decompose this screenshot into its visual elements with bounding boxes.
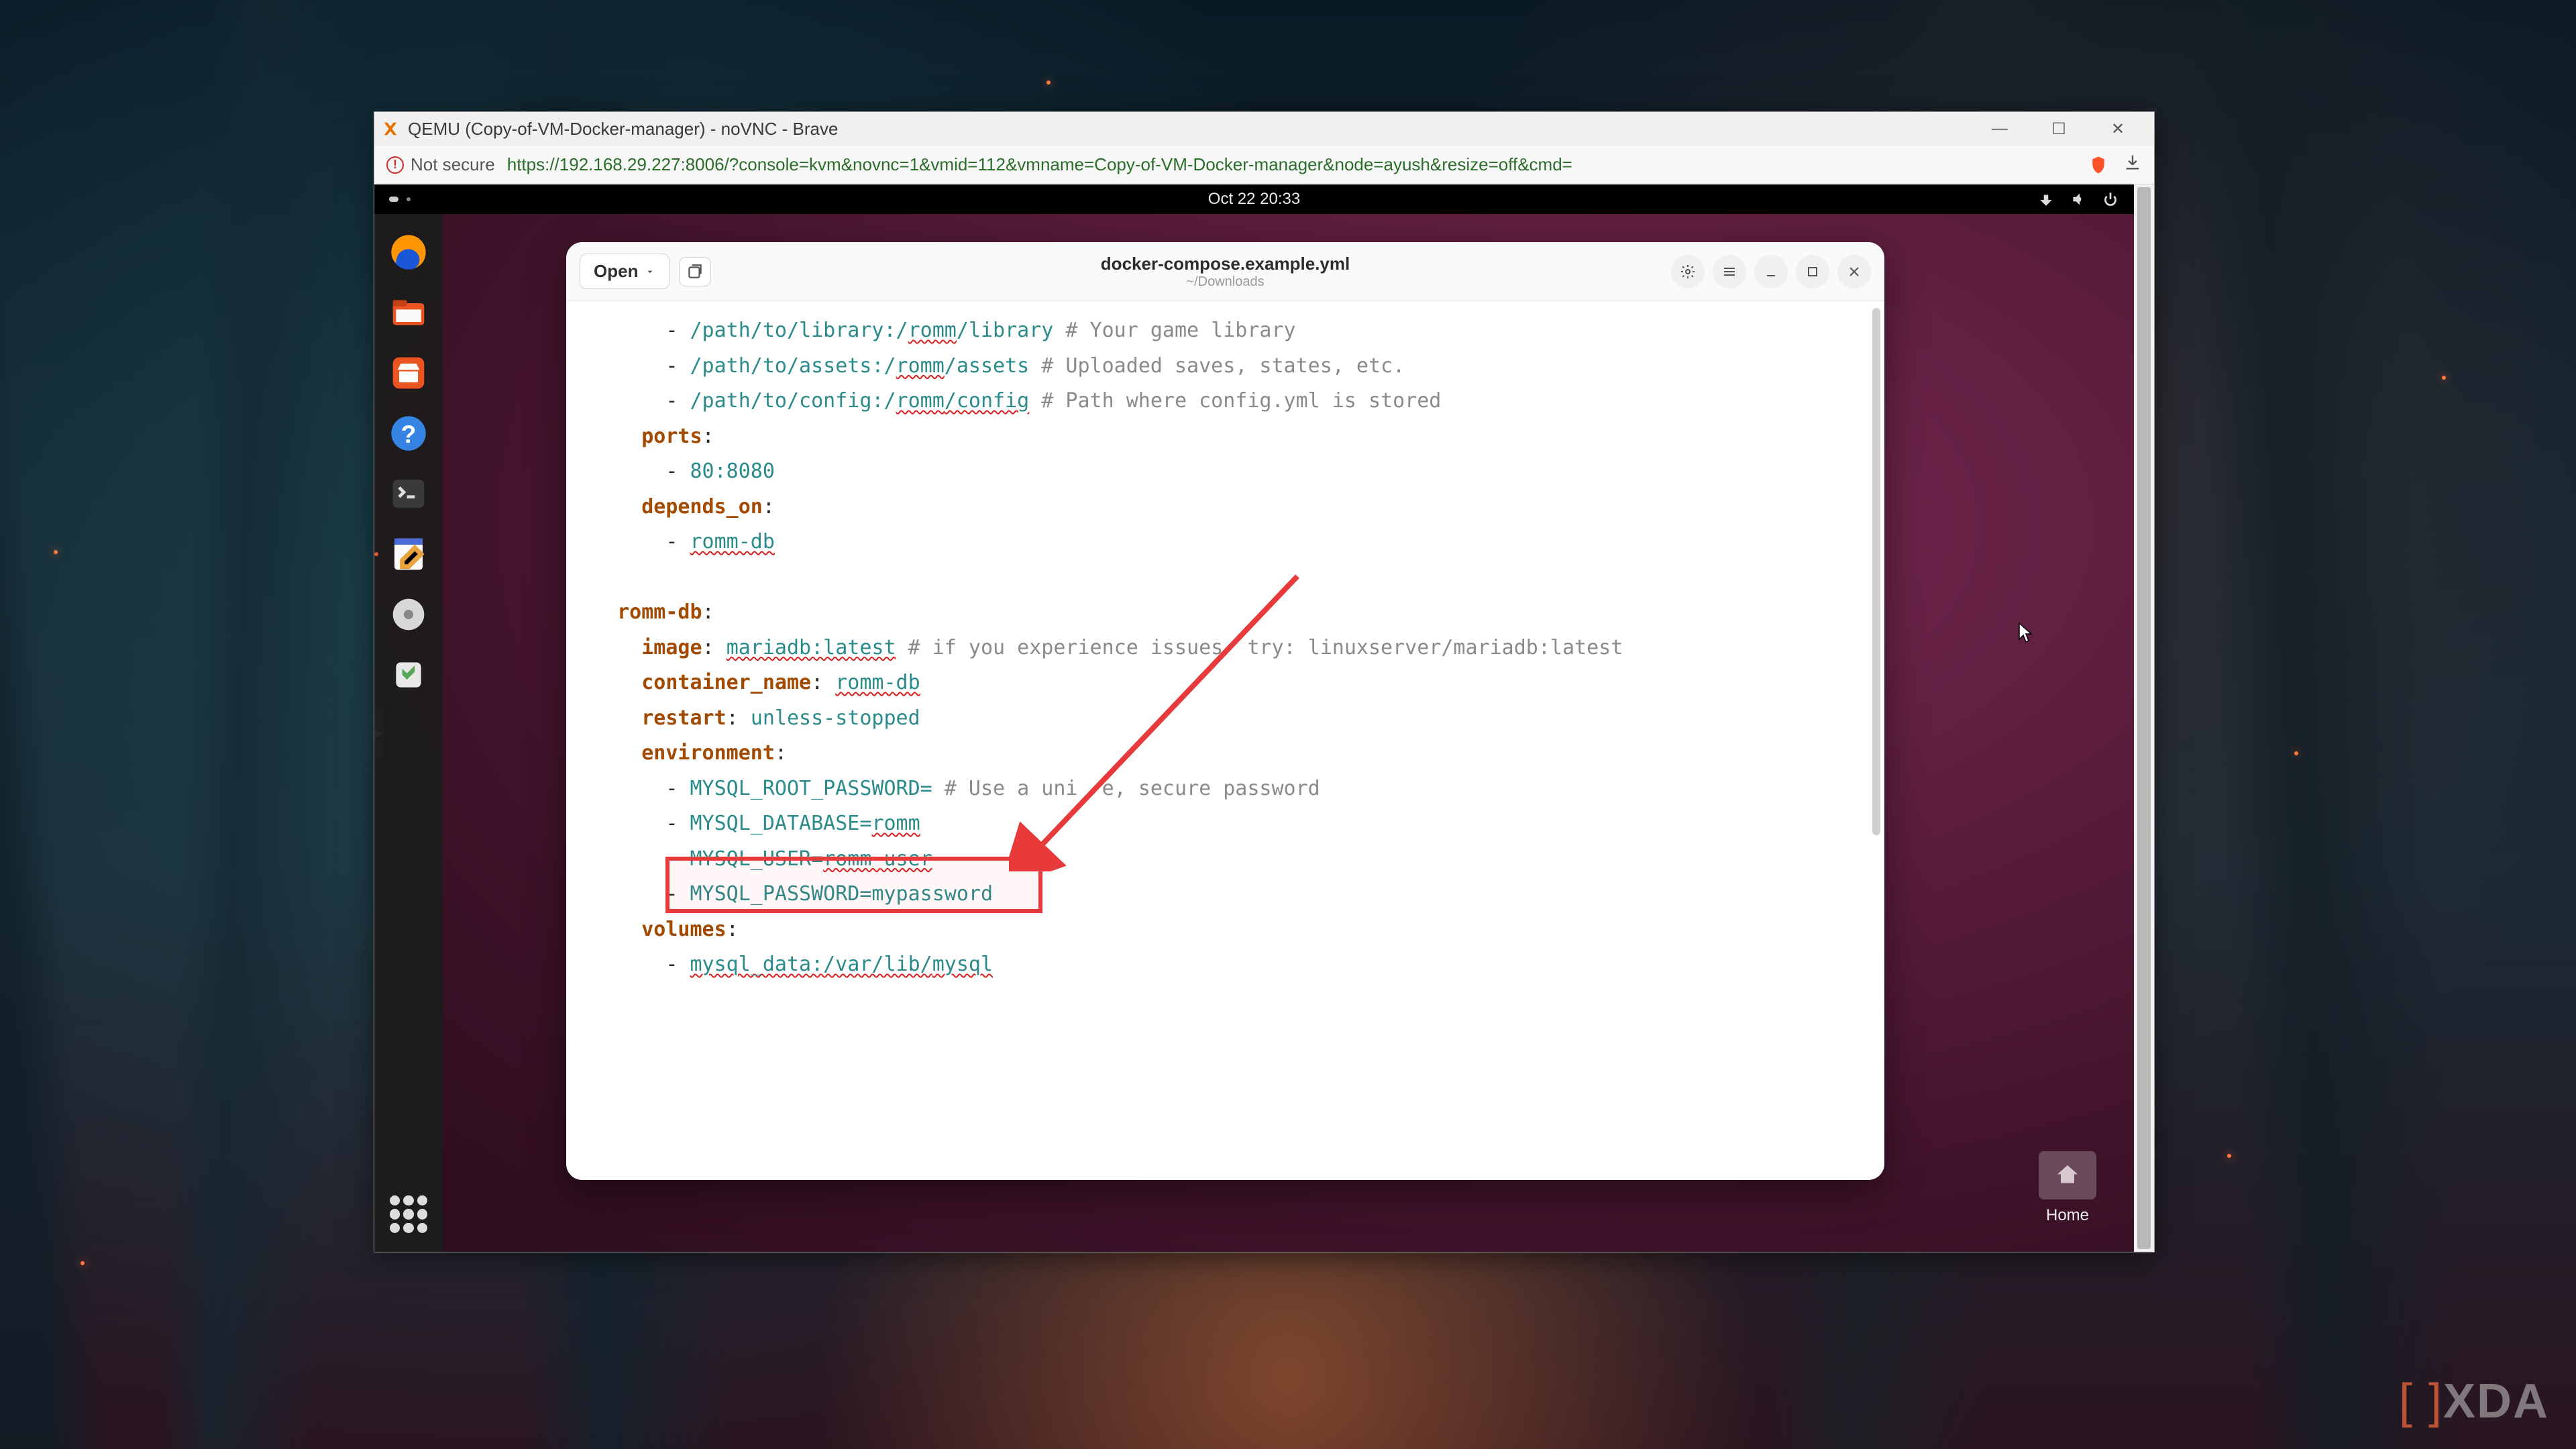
maximize-icon	[1805, 264, 1821, 280]
url-text: https://192.168.29.227:8006/?console=kvm…	[507, 154, 1572, 174]
url-field[interactable]: https://192.168.29.227:8006/?console=kvm…	[507, 154, 2076, 175]
show-applications-button[interactable]	[390, 1195, 427, 1233]
close-button[interactable]: ✕	[2088, 112, 2147, 146]
ember-particle	[2227, 1154, 2231, 1158]
editor-settings-button[interactable]	[1671, 255, 1705, 288]
browser-titlebar[interactable]: QEMU (Copy-of-VM-Docker-manager) - noVNC…	[374, 112, 2154, 146]
editor-menu-button[interactable]	[1713, 255, 1746, 288]
dock-firefox[interactable]	[385, 229, 432, 276]
network-icon	[2037, 191, 2055, 208]
browser-scrollbar[interactable]	[2134, 184, 2154, 1252]
dock-trash[interactable]	[385, 651, 432, 698]
minimize-button[interactable]: —	[1970, 112, 2029, 146]
workspace-indicator-icon	[389, 197, 398, 202]
not-secure-icon: !	[386, 156, 404, 174]
editor-text-area[interactable]: - /path/to/library:/romm/library # Your …	[566, 301, 1884, 1180]
editor-headerbar[interactable]: Open docker-compose.example.yml ~/Downlo…	[566, 242, 1884, 301]
ember-particle	[2442, 376, 2446, 380]
dock-help[interactable]: ?	[385, 410, 432, 457]
maximize-button[interactable]: ☐	[2029, 112, 2088, 146]
chevron-down-icon	[645, 266, 655, 277]
new-tab-button[interactable]	[679, 257, 711, 286]
activities-corner[interactable]	[389, 197, 411, 202]
open-button[interactable]: Open	[580, 254, 669, 289]
cursor-icon	[2018, 622, 2034, 645]
brave-browser-window: QEMU (Copy-of-VM-Docker-manager) - noVNC…	[374, 111, 2155, 1252]
editor-title: docker-compose.example.yml ~/Downloads	[1101, 254, 1350, 290]
ember-particle	[2294, 751, 2298, 755]
editor-close-button[interactable]	[1837, 255, 1871, 288]
vnc-viewport: Oct 22 20:33 ▶	[374, 184, 2154, 1252]
not-secure-label: Not secure	[411, 154, 495, 175]
window-title: QEMU (Copy-of-VM-Docker-manager) - noVNC…	[408, 119, 1962, 140]
ember-particle	[80, 1261, 85, 1265]
gnome-topbar[interactable]: Oct 22 20:33	[374, 184, 2134, 214]
security-indicator[interactable]: ! Not secure	[386, 154, 495, 175]
gear-icon	[1680, 264, 1696, 280]
clock[interactable]: Oct 22 20:33	[1208, 190, 1300, 209]
scrollbar-thumb[interactable]	[2137, 187, 2151, 1249]
hamburger-icon	[1721, 264, 1737, 280]
minimize-icon	[1763, 264, 1779, 280]
system-tray[interactable]	[2037, 191, 2119, 208]
xda-watermark: [ ]XDA	[2399, 1374, 2549, 1429]
desktop-icon-label: Home	[2046, 1206, 2089, 1225]
ember-particle	[54, 550, 58, 554]
desktop-home-folder[interactable]: Home	[2039, 1151, 2096, 1225]
brave-shields-icon[interactable]	[2088, 155, 2108, 175]
browser-addressbar: ! Not secure https://192.168.29.227:8006…	[374, 146, 2154, 184]
editor-filename: docker-compose.example.yml	[1101, 254, 1350, 274]
dock-software[interactable]	[385, 350, 432, 396]
workspace-indicator-icon	[407, 197, 411, 201]
gnome-text-editor-window: Open docker-compose.example.yml ~/Downlo…	[566, 242, 1884, 1180]
proxmox-favicon-icon	[381, 119, 400, 138]
volume-icon	[2070, 191, 2087, 208]
dock-terminal[interactable]	[385, 470, 432, 517]
editor-minimize-button[interactable]	[1754, 255, 1788, 288]
editor-scrollbar[interactable]	[1872, 308, 1880, 835]
dock-text-editor[interactable]	[385, 531, 432, 578]
editor-maximize-button[interactable]	[1796, 255, 1829, 288]
ubuntu-desktop[interactable]: ▶ ?	[374, 214, 2134, 1252]
close-icon	[1846, 264, 1862, 280]
power-icon	[2102, 191, 2119, 208]
svg-text:?: ?	[401, 420, 417, 448]
downloads-icon[interactable]	[2123, 153, 2142, 177]
ember-particle	[1046, 80, 1051, 85]
editor-filepath: ~/Downloads	[1101, 274, 1350, 290]
dock-disk[interactable]	[385, 591, 432, 638]
folder-icon	[2039, 1151, 2096, 1199]
new-tab-icon	[686, 263, 704, 280]
dock-files[interactable]	[385, 289, 432, 336]
ubuntu-dock: ?	[374, 214, 443, 1252]
window-controls: — ☐ ✕	[1970, 112, 2147, 146]
